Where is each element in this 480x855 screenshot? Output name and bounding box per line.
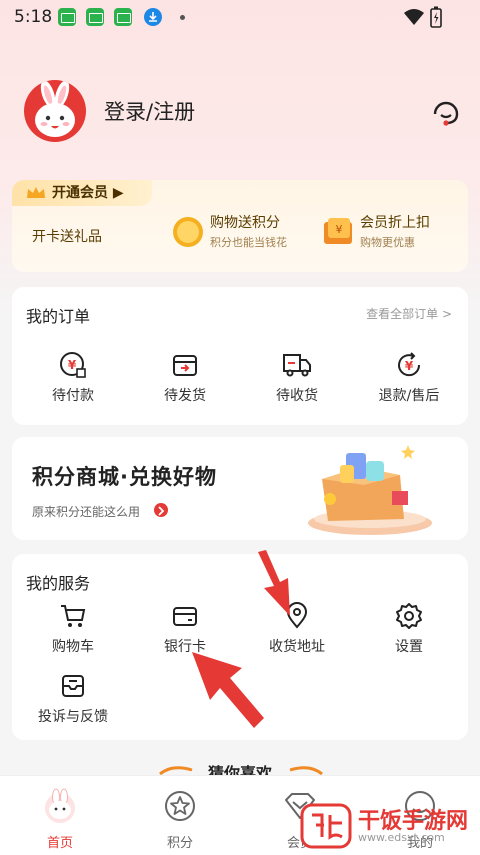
- pending-shipment-icon: [173, 355, 197, 376]
- annotation-arrow-icon: [258, 550, 290, 616]
- cart-icon: [61, 605, 86, 627]
- profile-header: 登录/注册: [24, 80, 464, 144]
- order-label: 待发货: [164, 388, 206, 404]
- benefit-subtitle: 积分也能当钱花: [210, 236, 287, 249]
- order-refund-aftersale[interactable]: ¥ 退款/售后: [364, 351, 454, 405]
- tab-home[interactable]: 首页: [20, 788, 100, 851]
- site-watermark: 干饭手游网 www.edsxt.com: [300, 803, 470, 849]
- order-pending-payment[interactable]: ¥ 待付款: [28, 351, 118, 405]
- more-notifications-icon: [180, 15, 185, 20]
- notification-app-icon: [86, 8, 104, 26]
- points-mall-subtitle: 原来积分还能这么用: [32, 505, 141, 519]
- download-icon: [144, 8, 162, 26]
- svg-text:¥: ¥: [68, 358, 77, 372]
- card-gift-text: 开卡送礼品: [32, 229, 102, 245]
- notification-app-icon: [114, 8, 132, 26]
- tab-points[interactable]: 积分: [140, 788, 220, 851]
- watermark-logo-icon: [300, 803, 352, 849]
- star-icon: [165, 791, 195, 821]
- points-mall-title: 积分商城·兑换好物: [32, 465, 217, 489]
- wifi-icon: [404, 9, 424, 25]
- service-feedback[interactable]: 投诉与反馈: [28, 672, 118, 726]
- refund-icon: ¥: [398, 352, 421, 377]
- orders-title: 我的订单: [26, 307, 91, 326]
- points-mall-banner[interactable]: 积分商城·兑换好物 原来积分还能这么用: [12, 437, 468, 540]
- avatar[interactable]: [24, 80, 86, 142]
- svg-text:¥: ¥: [336, 223, 343, 236]
- customer-service-icon[interactable]: [428, 94, 464, 130]
- arrow-right-icon: [154, 503, 168, 517]
- open-vip-tag[interactable]: 开通会员 ▶: [12, 180, 152, 206]
- vip-membership-card[interactable]: 开通会员 ▶ 开卡送礼品 购物送积分 积分也能当钱花 ¥ 会员折上扣 购物更优惠: [12, 180, 468, 272]
- login-register-link[interactable]: 登录/注册: [104, 96, 195, 126]
- coupon-icon: ¥: [324, 218, 352, 244]
- benefit-points: 购物送积分 积分也能当钱花: [172, 212, 312, 252]
- view-all-orders-link[interactable]: 查看全部订单 >: [366, 305, 452, 322]
- service-label: 设置: [395, 639, 423, 655]
- bottom-tab-bar: 首页 积分 会员 我的 干饭手游网 www.edsxt.com: [0, 775, 480, 855]
- bank-card-icon: [173, 607, 197, 626]
- service-label: 投诉与反馈: [38, 709, 108, 725]
- status-bar: 5:18: [0, 0, 480, 36]
- tab-label: 首页: [46, 836, 73, 851]
- tab-label: 积分: [166, 836, 193, 851]
- pending-payment-icon: ¥: [60, 352, 86, 378]
- benefit-title: 会员折上扣: [360, 215, 430, 231]
- benefit-subtitle: 购物更优惠: [360, 236, 415, 249]
- open-vip-label: 开通会员 ▶: [52, 185, 124, 201]
- watermark-url: www.edsxt.com: [358, 831, 445, 844]
- coin-icon: [173, 217, 203, 247]
- order-label: 待付款: [52, 388, 94, 404]
- home-icon: [45, 788, 75, 823]
- order-label: 退款/售后: [378, 388, 440, 404]
- gift-box-illustration: [308, 445, 432, 535]
- delivery-truck-icon: [283, 354, 311, 377]
- my-orders-card: 我的订单 查看全部订单 > ¥ 待付款 待发货 待收货 ¥ 退款/售后: [12, 287, 468, 425]
- service-cart[interactable]: 购物车: [28, 602, 118, 656]
- order-pending-receipt[interactable]: 待收货: [252, 351, 342, 405]
- gear-icon: [396, 603, 422, 629]
- benefit-discount: ¥ 会员折上扣 购物更优惠: [322, 212, 462, 252]
- notification-app-icon: [58, 8, 76, 26]
- my-services-card: 我的服务 购物车 银行卡 收货地址 设置 投诉与反馈: [12, 550, 468, 740]
- order-label: 待收货: [276, 388, 318, 404]
- svg-text:¥: ¥: [405, 359, 414, 373]
- annotation-arrow-icon: [192, 652, 264, 728]
- services-title: 我的服务: [26, 574, 91, 593]
- crown-icon: [27, 187, 45, 198]
- benefit-title: 购物送积分: [210, 215, 280, 231]
- order-pending-shipment[interactable]: 待发货: [140, 351, 230, 405]
- status-time: 5:18: [14, 7, 53, 27]
- feedback-icon: [62, 675, 84, 697]
- service-label: 购物车: [52, 639, 94, 655]
- battery-icon: [430, 6, 442, 28]
- service-settings[interactable]: 设置: [364, 602, 454, 656]
